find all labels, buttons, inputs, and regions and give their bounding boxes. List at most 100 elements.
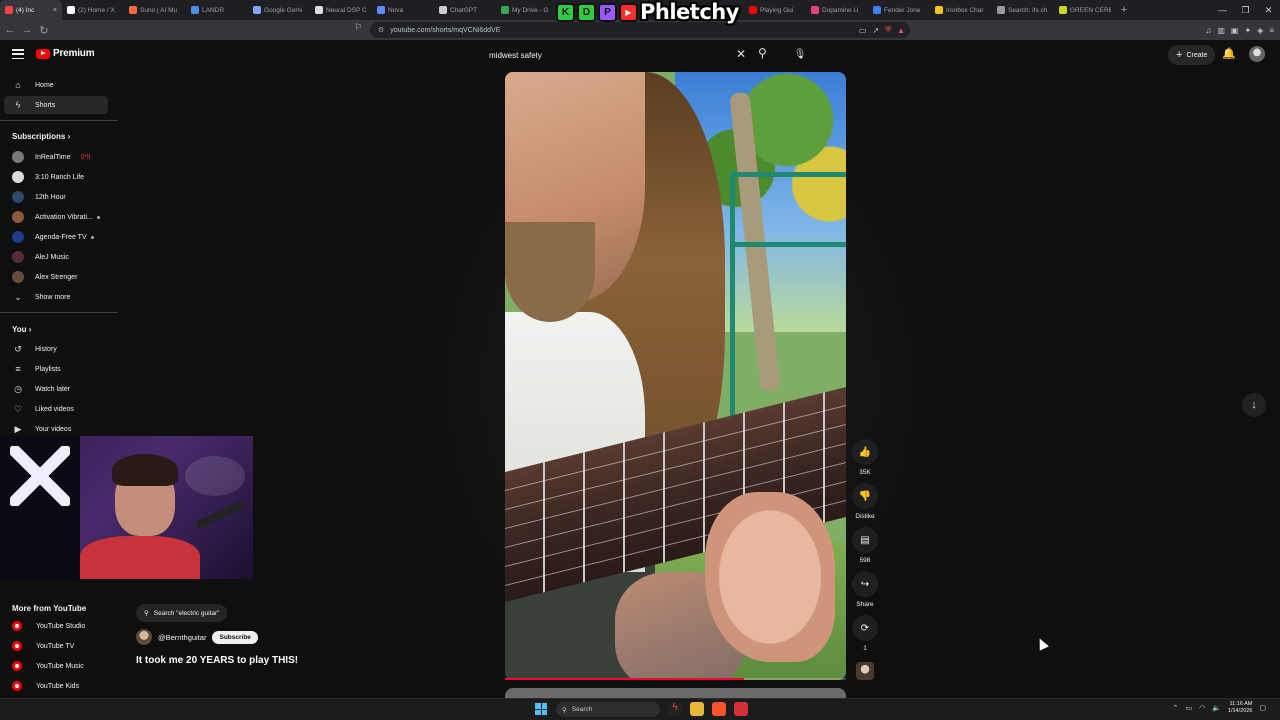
vpn-icon[interactable]: ◈ <box>1257 26 1263 35</box>
sidebar-item-watch-later[interactable]: ◷ Watch later <box>4 380 108 398</box>
show-more-button[interactable]: ⌄ Show more <box>4 288 108 306</box>
youtube-logo[interactable]: Premium <box>36 48 95 59</box>
channel-name[interactable]: @Bernthguitar <box>158 633 206 642</box>
browser-tab[interactable]: (2) Home / X <box>62 0 124 20</box>
subscribe-button[interactable]: Subscribe <box>212 630 258 644</box>
network-icon[interactable]: ▭ <box>1185 704 1192 712</box>
sidebar-item-youtube-kids[interactable]: YouTube Kids <box>4 677 108 695</box>
site-info-icon[interactable]: ⚙ <box>378 26 384 34</box>
wallet-icon[interactable]: ▣ <box>1231 26 1239 35</box>
maximize-button[interactable]: ❐ <box>1234 0 1257 20</box>
wifi-icon[interactable]: ◠ <box>1199 704 1205 712</box>
short-title[interactable]: It took me 20 YEARS to play THIS! <box>136 655 298 666</box>
sidebar-subscription-item[interactable]: Alex Strenger <box>4 268 108 286</box>
browser-tab[interactable]: LANDR <box>186 0 248 20</box>
history-icon: ↺ <box>14 343 22 354</box>
related-search-chip[interactable]: ⚲ Search "electric guitar" <box>136 604 228 622</box>
account-avatar[interactable] <box>1249 46 1265 62</box>
sidebar-subscription-item[interactable]: 3:10 Ranch Life <box>4 168 108 186</box>
clear-search-icon[interactable]: ✕ <box>736 47 746 61</box>
search-input[interactable]: midwest safety <box>483 44 753 66</box>
music-icon[interactable]: ♫ <box>1205 26 1211 35</box>
sidebar-item-home[interactable]: ⌂ Home <box>4 76 108 94</box>
search-icon[interactable]: ⚲ <box>758 46 767 60</box>
chevron-up-icon[interactable]: ⌃ <box>1173 704 1179 712</box>
extensions-icon[interactable]: ✦ <box>1244 26 1251 35</box>
sound-thumbnail[interactable] <box>856 662 874 680</box>
brave-browser-icon[interactable] <box>712 702 726 716</box>
create-button[interactable]: + Create <box>1168 45 1216 65</box>
browser-tab[interactable]: Ironbox Char <box>930 0 992 20</box>
sidebar-item-history[interactable]: ↺ History <box>4 340 108 358</box>
close-window-button[interactable]: ✕ <box>1257 0 1280 20</box>
forward-icon[interactable]: → <box>20 24 34 36</box>
sidebar-subscription-item[interactable]: Activation Vibrati... <box>4 208 108 226</box>
notifications-bell-icon[interactable]: 🔔 <box>1222 47 1236 60</box>
tab-title: Ironbox Char <box>946 6 984 14</box>
shorts-video-player[interactable] <box>505 72 846 680</box>
new-tab-button[interactable]: + <box>1116 4 1132 16</box>
minimize-button[interactable]: — <box>1211 0 1234 20</box>
brave-shield-icon[interactable]: ⛨ <box>885 25 891 35</box>
video-progress-bar[interactable] <box>505 678 846 680</box>
sidebar-item-youtube-studio[interactable]: YouTube Studio <box>4 617 108 635</box>
address-bar[interactable]: ⚙ youtube.com/shorts/mqVCNi6ddVE <box>370 22 910 38</box>
browser-tab[interactable]: GREEN CERE <box>1054 0 1116 20</box>
system-clock[interactable]: 11:16 AM 1/14/2026 <box>1228 701 1252 715</box>
taskbar-app-icon[interactable]: ϟ <box>668 702 682 716</box>
microphone-icon[interactable]: 🎙 <box>790 44 810 64</box>
share-page-icon[interactable]: ↗ <box>872 26 879 35</box>
notifications-icon[interactable]: ▢ <box>1259 704 1266 712</box>
taskbar-app-icon[interactable] <box>734 702 748 716</box>
browser-tab[interactable]: Suno | AI Mu <box>124 0 186 20</box>
channel-avatar[interactable] <box>136 629 152 645</box>
youtube-kids-icon <box>12 681 22 691</box>
windows-start-icon[interactable] <box>535 703 547 715</box>
browser-tab[interactable]: (4) Inc × <box>0 0 62 20</box>
browser-tab[interactable]: My Drive - G <box>496 0 558 20</box>
sidebar-item-label: YouTube TV <box>36 642 75 650</box>
browser-tab[interactable]: Fender Jone <box>868 0 930 20</box>
sidebar-subscription-item[interactable]: 12th Hour <box>4 188 108 206</box>
reload-icon[interactable]: ↻ <box>37 24 51 37</box>
volume-icon[interactable]: 🔈 <box>1212 704 1221 712</box>
share-button[interactable]: ↪ Share <box>849 571 881 608</box>
browser-tab[interactable]: ChatGPT <box>434 0 496 20</box>
browser-tab[interactable]: Playing Gui <box>744 0 806 20</box>
file-explorer-icon[interactable] <box>690 702 704 716</box>
mouse-cursor-icon <box>1035 636 1049 651</box>
taskbar-search[interactable]: ⚲ Search <box>556 702 660 717</box>
tab-title: Google Gemi <box>264 6 303 14</box>
sidebar-item-youtube-music[interactable]: YouTube Music <box>4 657 108 675</box>
action-label: 35K <box>859 469 871 476</box>
hamburger-menu-icon[interactable] <box>12 49 24 59</box>
cast-icon[interactable]: ▭ <box>859 26 867 35</box>
browser-tab[interactable]: Google Gemi <box>248 0 310 20</box>
sidebar-item-youtube-tv[interactable]: YouTube TV <box>4 637 108 655</box>
back-icon[interactable]: ← <box>3 24 17 36</box>
url-text: youtube.com/shorts/mqVCNi6ddVE <box>390 26 501 34</box>
browser-tab[interactable]: Nova <box>372 0 434 20</box>
browser-tab[interactable]: Dopamine Li <box>806 0 868 20</box>
sidebar-item-liked-videos[interactable]: ♡ Liked videos <box>4 400 108 418</box>
sidebar-subscription-item[interactable]: Agenda-Free TV <box>4 228 108 246</box>
rewards-icon[interactable]: ▲ <box>897 26 905 35</box>
comments-button[interactable]: ▤ 598 <box>849 527 881 564</box>
next-short-button[interactable]: ↓ <box>1242 393 1266 417</box>
dislike-button[interactable]: 👎 Dislike <box>849 483 881 520</box>
bookmark-icon[interactable]: ⚐ <box>354 22 362 33</box>
sidebar-icon[interactable]: ▥ <box>1217 26 1225 35</box>
sidebar-item-label: Agenda-Free TV <box>35 233 87 241</box>
menu-icon[interactable]: ≡ <box>1269 26 1274 35</box>
sidebar-item-playlists[interactable]: ≡ Playlists <box>4 360 108 378</box>
browser-tab[interactable]: Neural DSP C <box>310 0 372 20</box>
sidebar-item-shorts[interactable]: ϟ Shorts <box>4 96 108 114</box>
sidebar-subscription-item[interactable]: AleJ Music <box>4 248 108 266</box>
subscriptions-heading[interactable]: Subscriptions › <box>12 132 70 141</box>
you-heading[interactable]: You › <box>12 325 31 334</box>
remix-button[interactable]: ⟳ 1 <box>849 615 881 652</box>
like-button[interactable]: 👍 35K <box>849 439 881 476</box>
browser-tab[interactable]: Search: ifs ch <box>992 0 1054 20</box>
sidebar-subscription-item[interactable]: InRealTime ((•)) <box>4 148 108 166</box>
close-tab-icon[interactable]: × <box>53 7 57 14</box>
